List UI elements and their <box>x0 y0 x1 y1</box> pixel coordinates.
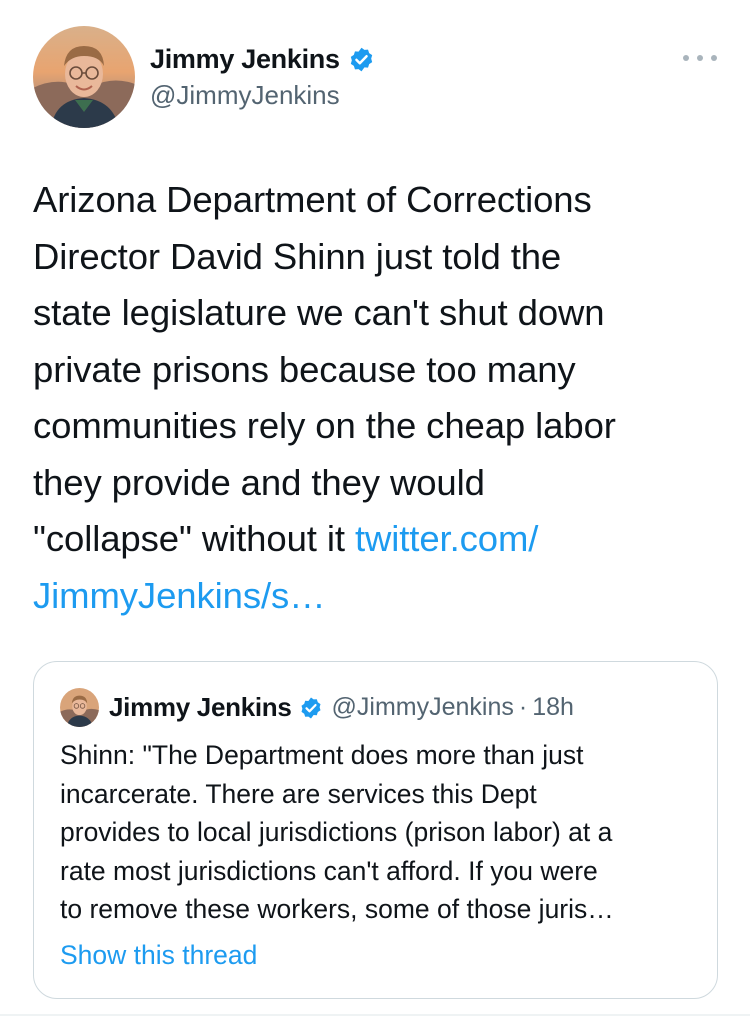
quoted-author-avatar[interactable] <box>60 688 99 727</box>
quoted-tweet[interactable]: Jimmy Jenkins @JimmyJenkins · 18h Shinn:… <box>33 661 718 999</box>
verified-badge-icon <box>350 47 372 72</box>
tweet-text-body: Arizona Department of Corrections Direct… <box>33 179 616 559</box>
more-options-icon[interactable] <box>683 48 717 68</box>
separator-dot: · <box>518 693 528 721</box>
quoted-author-name[interactable]: Jimmy Jenkins <box>109 692 292 723</box>
verified-badge-icon <box>301 697 321 718</box>
tweet-text: Arizona Department of Corrections Direct… <box>33 172 728 624</box>
author-name-row[interactable]: Jimmy Jenkins <box>150 44 375 75</box>
author-name[interactable]: Jimmy Jenkins <box>150 44 340 75</box>
author-handle[interactable]: @JimmyJenkins <box>150 80 340 111</box>
author-avatar[interactable] <box>33 26 135 128</box>
quoted-timestamp[interactable]: 18h <box>532 693 574 722</box>
show-thread-link[interactable]: Show this thread <box>60 940 257 971</box>
tweet-card: Jimmy Jenkins @JimmyJenkins Arizona Depa… <box>0 0 750 1016</box>
quoted-author-handle[interactable]: @JimmyJenkins <box>332 693 514 722</box>
quoted-tweet-text: Shinn: "The Department does more than ju… <box>60 740 614 924</box>
quoted-tweet-header: Jimmy Jenkins @JimmyJenkins · 18h <box>60 688 574 727</box>
